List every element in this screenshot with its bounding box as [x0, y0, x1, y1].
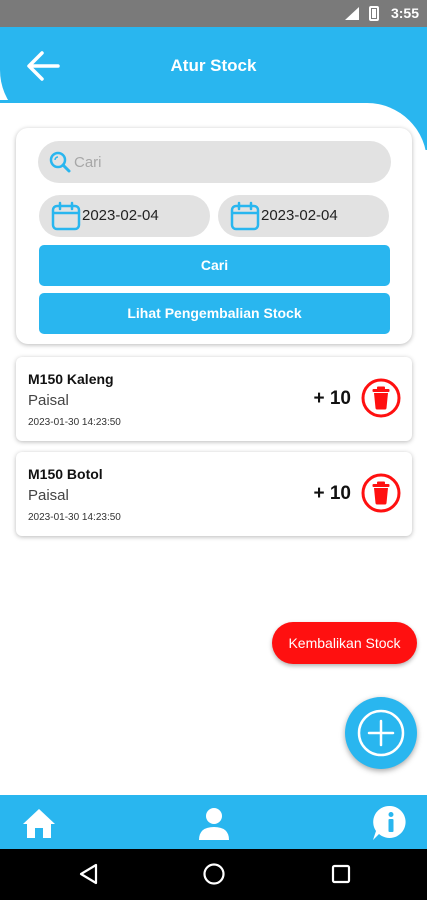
- status-bar: 3:55: [0, 0, 427, 27]
- delete-button[interactable]: [361, 378, 401, 418]
- list-item[interactable]: M150 Kaleng Paisal 2023-01-30 14:23:50 +…: [16, 357, 412, 441]
- search-button[interactable]: Cari: [39, 245, 390, 286]
- back-triangle-icon[interactable]: [77, 862, 101, 886]
- search-icon: [49, 151, 71, 173]
- date-to-value: 2023-02-04: [261, 207, 338, 224]
- signal-icon: [345, 7, 359, 20]
- page-title: Atur Stock: [170, 56, 257, 75]
- return-stock-button[interactable]: Kembalikan Stock: [272, 622, 417, 664]
- item-name: M150 Botol: [28, 466, 103, 482]
- delete-button[interactable]: [361, 473, 401, 513]
- home-circle-icon[interactable]: [202, 862, 226, 886]
- view-returns-button[interactable]: Lihat Pengembalian Stock: [39, 293, 390, 334]
- trash-icon: [361, 378, 401, 418]
- item-name: M150 Kaleng: [28, 371, 114, 387]
- item-quantity: + 10: [313, 483, 351, 504]
- bottom-navigation: [0, 795, 427, 849]
- calendar-icon: [51, 201, 81, 231]
- recent-apps-icon[interactable]: [329, 862, 353, 886]
- search-box[interactable]: [38, 141, 391, 183]
- calendar-icon: [230, 201, 260, 231]
- battery-icon: [369, 6, 379, 21]
- item-timestamp: 2023-01-30 14:23:50: [28, 512, 121, 523]
- system-navigation: [0, 849, 427, 900]
- date-from-field[interactable]: 2023-02-04: [39, 195, 210, 237]
- nav-profile[interactable]: [194, 803, 234, 843]
- trash-icon: [361, 473, 401, 513]
- home-icon: [23, 809, 55, 838]
- nav-info[interactable]: [370, 803, 410, 843]
- item-user: Paisal: [28, 392, 69, 409]
- item-user: Paisal: [28, 487, 69, 504]
- list-item[interactable]: M150 Botol Paisal 2023-01-30 14:23:50 + …: [16, 452, 412, 536]
- info-icon: [373, 805, 406, 840]
- search-input[interactable]: [74, 141, 374, 183]
- plus-icon: [357, 709, 405, 757]
- date-to-field[interactable]: 2023-02-04: [218, 195, 389, 237]
- nav-home[interactable]: [19, 803, 59, 843]
- item-timestamp: 2023-01-30 14:23:50: [28, 417, 121, 428]
- person-icon: [199, 808, 229, 840]
- item-quantity: + 10: [313, 388, 351, 409]
- filter-card: 2023-02-04 2023-02-04 Cari Lihat Pengemb…: [16, 128, 412, 344]
- status-time: 3:55: [390, 5, 419, 21]
- add-button[interactable]: [345, 697, 417, 769]
- date-from-value: 2023-02-04: [82, 207, 159, 224]
